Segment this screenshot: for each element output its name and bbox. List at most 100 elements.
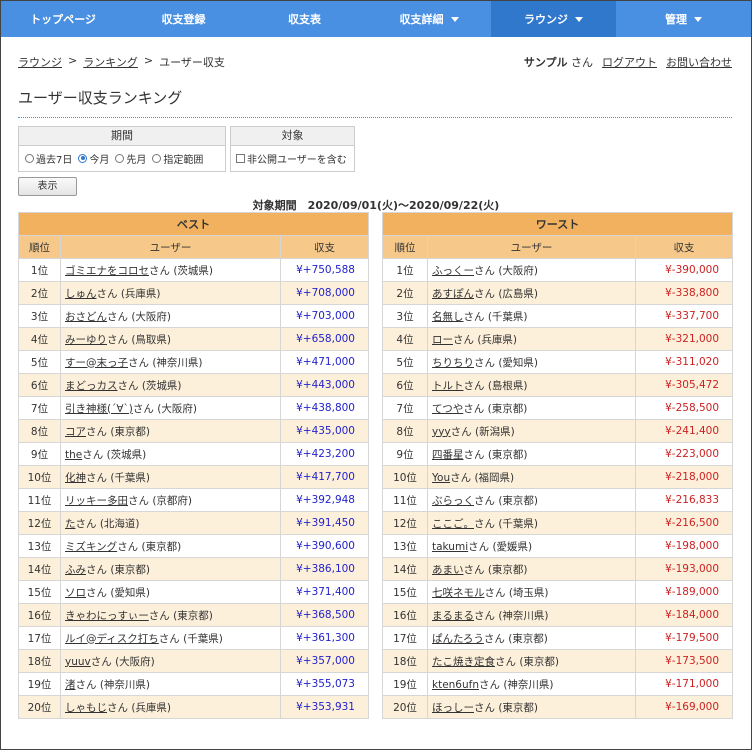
user-link[interactable]: トルト: [432, 380, 464, 392]
top-nav: トップページ 収支登録 収支表 収支詳細 ラウンジ 管理: [1, 1, 751, 37]
user-link[interactable]: た: [65, 518, 76, 530]
radio-button[interactable]: [78, 153, 88, 163]
radio-button[interactable]: [115, 153, 125, 163]
col-user-header: ユーザー: [60, 235, 281, 259]
user-cell: 四番星さん (東京都): [427, 442, 636, 466]
user-link[interactable]: きゃわにっすぃー: [65, 610, 149, 622]
include-private-checkbox[interactable]: 非公開ユーザーを含む: [236, 151, 347, 166]
user-link[interactable]: リッキー多田: [65, 495, 128, 507]
user-link[interactable]: ソロ: [65, 587, 86, 599]
user-link[interactable]: ここご。: [432, 518, 474, 530]
period-option-label: 今月: [89, 154, 110, 166]
user-link[interactable]: ちりちり: [432, 357, 474, 369]
breadcrumb-lounge-link[interactable]: ラウンジ: [18, 54, 62, 70]
amount-cell: ¥-171,000: [635, 672, 733, 696]
amount-cell: ¥+471,000: [280, 350, 369, 374]
period-option-2[interactable]: 先月: [115, 151, 146, 166]
rank-cell: 5位: [18, 350, 61, 374]
user-prefecture: さん (東京都): [463, 563, 528, 576]
contact-link[interactable]: お問い合わせ: [666, 54, 732, 70]
user-prefecture: さん (茨城県): [82, 448, 147, 461]
user-link[interactable]: 四番星: [432, 449, 464, 461]
rank-cell: 13位: [18, 534, 61, 558]
user-link[interactable]: ふっくー: [432, 265, 474, 277]
user-prefecture: さん (愛媛県): [468, 540, 533, 553]
col-rank-header: 順位: [18, 235, 61, 259]
user-cell: theさん (茨城県): [60, 442, 281, 466]
nav-item-2[interactable]: 収支表: [242, 1, 367, 37]
user-link[interactable]: 引き神様(´∀`): [65, 403, 133, 415]
show-button[interactable]: 表示: [18, 177, 77, 196]
user-link[interactable]: おさどん: [65, 311, 107, 323]
user-link[interactable]: まどっカス: [65, 380, 118, 392]
user-link[interactable]: ルイ@ディスク打ち: [65, 633, 159, 645]
user-link[interactable]: まるまる: [432, 610, 474, 622]
user-link[interactable]: 化神: [65, 472, 86, 484]
user-link[interactable]: ぱんたろう: [432, 633, 484, 645]
user-link[interactable]: しゃもじ: [65, 702, 107, 714]
checkbox-box[interactable]: [236, 153, 245, 163]
table-row: 10位 化神さん (千葉県) ¥+417,700: [18, 465, 369, 489]
period-option-3[interactable]: 指定範囲: [152, 151, 203, 166]
user-link[interactable]: ミズキング: [65, 541, 117, 553]
user-cell: ミズキングさん (東京都): [60, 534, 281, 558]
rank-cell: 18位: [18, 649, 61, 673]
user-prefecture: さん (神奈川県): [128, 356, 203, 369]
user-cell: てつやさん (東京都): [427, 396, 636, 420]
user-link[interactable]: あすぽん: [432, 288, 474, 300]
rank-cell: 10位: [382, 465, 428, 489]
target-options: 非公開ユーザーを含む: [231, 146, 354, 170]
period-option-0[interactable]: 過去7日: [25, 151, 72, 166]
target-filter-label: 対象: [231, 127, 354, 146]
user-link[interactable]: 渚: [65, 679, 76, 691]
radio-button[interactable]: [25, 153, 34, 163]
nav-item-5[interactable]: 管理: [616, 1, 751, 37]
user-link[interactable]: ぶらっく: [432, 495, 474, 507]
user-link[interactable]: the: [65, 449, 82, 461]
user-link[interactable]: ロー: [432, 334, 453, 346]
amount-cell: ¥+371,400: [280, 580, 369, 604]
nav-item-3[interactable]: 収支詳細: [367, 1, 491, 37]
user-link[interactable]: たこ焼き定食: [432, 656, 495, 668]
user-prefecture: さん (福岡県): [450, 471, 515, 484]
user-link[interactable]: てつや: [432, 403, 463, 415]
col-amount-header: 収支: [280, 235, 369, 259]
caret-down-icon: [575, 16, 583, 22]
rank-cell: 13位: [382, 534, 428, 558]
user-link[interactable]: You: [432, 472, 450, 484]
user-link[interactable]: kten6ufn: [432, 679, 479, 691]
nav-item-4[interactable]: ラウンジ: [491, 1, 616, 37]
user-prefecture: さん (広島県): [474, 287, 539, 300]
user-prefecture: さん (新潟県): [450, 425, 515, 438]
user-link[interactable]: コア: [65, 426, 86, 438]
user-link[interactable]: みーゆり: [65, 334, 107, 346]
logout-link[interactable]: ログアウト: [602, 54, 657, 70]
radio-button[interactable]: [152, 153, 162, 163]
amount-cell: ¥+443,000: [280, 373, 369, 397]
amount-cell: ¥+750,588: [280, 258, 369, 282]
user-link[interactable]: 七咲ネモル: [432, 587, 485, 599]
nav-item-label: ラウンジ: [524, 13, 568, 26]
period-option-1[interactable]: 今月: [78, 151, 109, 166]
user-link[interactable]: すー@末っ子: [65, 357, 128, 369]
breadcrumb-ranking-link[interactable]: ランキング: [83, 54, 138, 70]
user-link[interactable]: ゴミエナをコロセ: [65, 265, 149, 277]
rank-cell: 8位: [18, 419, 61, 443]
user-link[interactable]: yuuv: [65, 656, 91, 668]
user-link[interactable]: ふみ: [65, 564, 86, 576]
table-row: 2位 しゅんさん (兵庫県) ¥+708,000: [18, 281, 369, 305]
nav-item-1[interactable]: 収支登録: [125, 1, 242, 37]
user-link[interactable]: yyy: [432, 426, 451, 438]
user-link[interactable]: 名無し: [432, 311, 464, 323]
user-cell: 七咲ネモルさん (埼玉県): [427, 580, 636, 604]
user-link[interactable]: ほっしー: [432, 702, 474, 714]
table-row: 14位 あまいさん (東京都) ¥-193,000: [382, 557, 733, 581]
user-prefecture: さん (大阪府): [474, 264, 539, 277]
user-link[interactable]: あまい: [432, 564, 464, 576]
user-link[interactable]: しゅん: [65, 288, 97, 300]
amount-cell: ¥+390,600: [280, 534, 369, 558]
page-title: ユーザー収支ランキング: [18, 89, 183, 107]
nav-item-0[interactable]: トップページ: [1, 1, 125, 37]
user-link[interactable]: takumi: [432, 541, 468, 553]
table-row: 3位 おさどんさん (大阪府) ¥+703,000: [18, 304, 369, 328]
